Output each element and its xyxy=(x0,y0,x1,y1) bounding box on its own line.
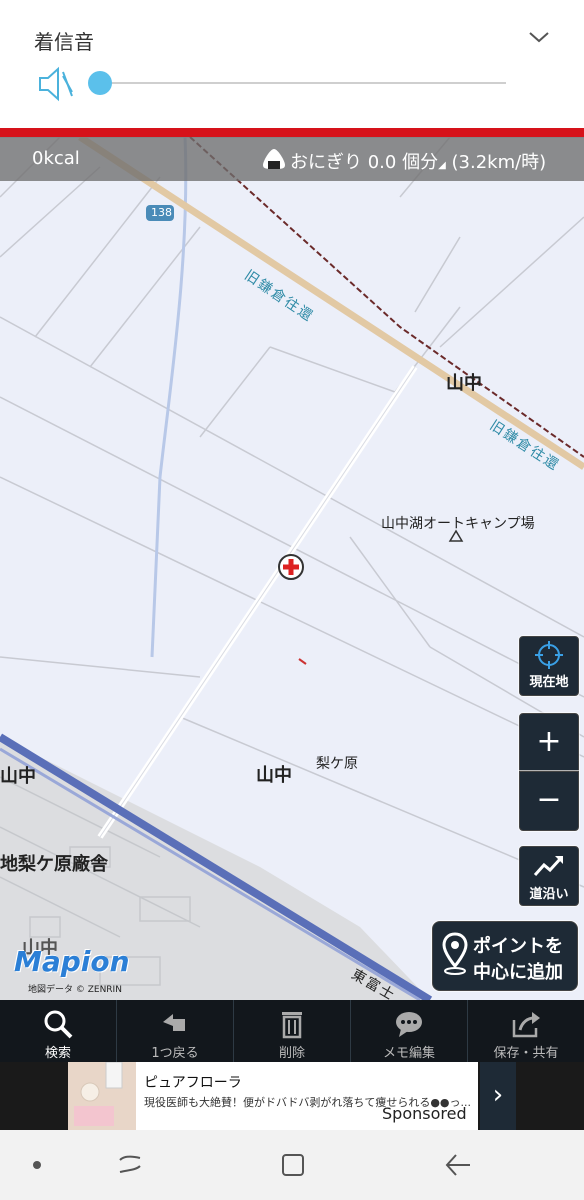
add-point-label-2: 中心に追加 xyxy=(473,962,563,983)
undo-button[interactable]: 1つ戻る xyxy=(117,1000,234,1062)
memo-icon xyxy=(396,1012,422,1037)
place-label: 山中 xyxy=(256,765,292,786)
memo-edit-button[interactable]: メモ編集 xyxy=(351,1000,468,1062)
bottom-toolbar: 検索 1つ戻る 削除 メモ編集 保存・共有 xyxy=(0,1000,584,1062)
locate-icon xyxy=(535,641,563,669)
crosshair-icon xyxy=(278,554,304,580)
place-label: 梨ケ原 xyxy=(316,756,358,772)
search-icon xyxy=(44,1010,73,1039)
mapion-logo: Mapion xyxy=(14,945,130,978)
map-copyright: 地図データ © ZENRIN xyxy=(28,985,122,995)
back-icon[interactable] xyxy=(444,1152,472,1178)
place-label: 山中 xyxy=(0,766,36,787)
share-icon xyxy=(512,1012,540,1038)
mute-icon[interactable] xyxy=(36,64,76,104)
stats-bar: 0kcal おにぎり 0.0 個分◢ (3.2km/時) xyxy=(0,137,584,181)
system-nav-bar xyxy=(0,1130,584,1200)
ad-image xyxy=(68,1061,136,1130)
trend-icon xyxy=(533,856,563,877)
search-button[interactable]: 検索 xyxy=(0,1000,117,1062)
ad-title: ピュアフローラ xyxy=(144,1075,242,1091)
place-label: 山中 xyxy=(446,373,482,394)
volume-title: 着信音 xyxy=(34,30,94,54)
calories-text: 0kcal xyxy=(32,148,80,169)
save-share-label: 保存・共有 xyxy=(493,1046,559,1061)
onigiri-selector[interactable]: おにぎり 0.0 個分◢ (3.2km/時) xyxy=(290,148,546,174)
dropdown-triangle-icon: ◢ xyxy=(438,160,446,171)
pin-icon xyxy=(442,932,468,975)
chevron-down-icon[interactable] xyxy=(526,26,552,48)
home-icon[interactable] xyxy=(280,1152,306,1178)
onigiri-text: おにぎり 0.0 個分 xyxy=(290,152,439,173)
recent-apps-icon[interactable] xyxy=(116,1152,144,1178)
zoom-out-button[interactable]: − xyxy=(519,771,579,831)
place-label: 山中湖オートキャンプ場 xyxy=(381,516,535,532)
undo-icon xyxy=(163,1014,185,1031)
search-label: 検索 xyxy=(44,1046,71,1061)
current-location-label: 現在地 xyxy=(529,675,569,690)
delete-button[interactable]: 削除 xyxy=(234,1000,351,1062)
route-number: 138 xyxy=(151,206,172,219)
add-point-label-1: ポイントを xyxy=(473,936,563,957)
accent-divider xyxy=(0,128,584,137)
current-location-button[interactable]: 現在地 xyxy=(519,636,579,696)
map-view[interactable]: 0kcal おにぎり 0.0 個分◢ (3.2km/時) 138 旧鎌倉往還 旧… xyxy=(0,137,584,1000)
undo-label: 1つ戻る xyxy=(151,1046,199,1061)
zoom-in-button[interactable]: + xyxy=(519,713,579,771)
onigiri-icon xyxy=(263,149,285,169)
volume-slider-track[interactable] xyxy=(100,82,506,84)
trash-icon xyxy=(282,1012,302,1039)
along-road-label: 道沿い xyxy=(529,887,569,902)
place-label: 地梨ケ原廠舎 xyxy=(0,854,108,875)
dot-icon xyxy=(33,1161,41,1169)
memo-edit-label: メモ編集 xyxy=(382,1046,435,1061)
ad-content[interactable]: ピュアフローラ 現役医師も大絶賛！便がドバドバ剥がれ落ちて痩せられる●●っ...… xyxy=(68,1061,478,1130)
save-share-button[interactable]: 保存・共有 xyxy=(468,1000,584,1062)
ad-banner[interactable]: ピュアフローラ 現役医師も大絶賛！便がドバドバ剥がれ落ちて痩せられる●●っ...… xyxy=(0,1061,584,1130)
volume-panel: 着信音 xyxy=(0,0,584,128)
speed-text: (3.2km/時) xyxy=(451,152,547,173)
delete-label: 削除 xyxy=(278,1046,305,1061)
add-point-button[interactable]: ポイントを 中心に追加 xyxy=(432,921,578,991)
volume-slider-thumb[interactable] xyxy=(88,71,112,95)
sponsored-label: Sponsored xyxy=(382,1104,467,1123)
along-road-button[interactable]: 道沿い xyxy=(519,846,579,906)
ad-arrow-button[interactable]: › xyxy=(480,1062,516,1130)
